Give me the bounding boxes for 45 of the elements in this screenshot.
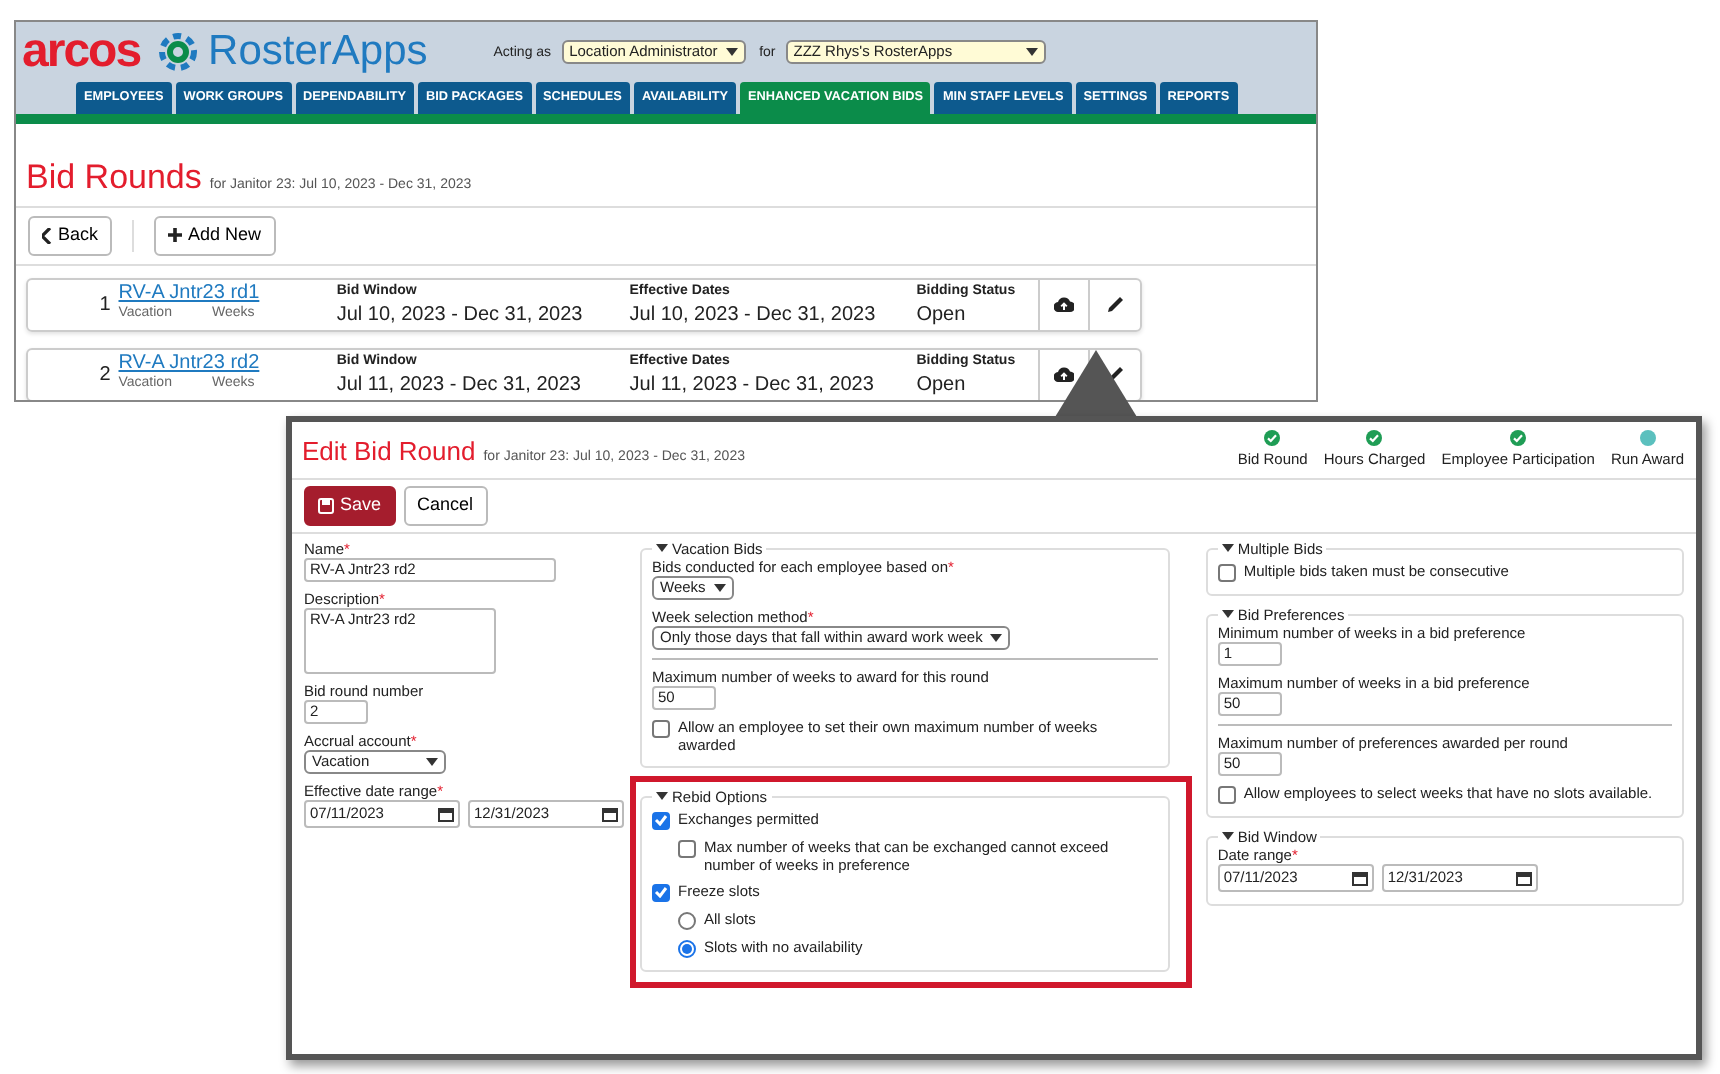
caret-icon — [1221, 832, 1234, 841]
checkbox[interactable] — [652, 883, 670, 902]
calendar-icon — [1351, 869, 1368, 886]
checkbox[interactable] — [652, 811, 670, 830]
caret-icon — [990, 633, 1003, 642]
caret-icon — [1221, 544, 1234, 553]
round-name-link[interactable]: RV-A Jntr23 rd1 — [118, 282, 260, 305]
bid-window-value: Jul 10, 2023 - Dec 31, 2023 — [336, 303, 585, 326]
round-number: 2 — [99, 363, 111, 386]
cancel-button[interactable]: Cancel — [403, 486, 488, 526]
calendar-icon — [438, 805, 454, 822]
checkbox[interactable] — [1217, 785, 1236, 804]
round-number: 1 — [99, 293, 111, 316]
bidding-status-value: Open — [916, 303, 968, 326]
cloud-upload-icon — [1053, 366, 1074, 383]
pencil-icon — [1107, 296, 1124, 313]
add-new-button[interactable]: Add New — [154, 216, 276, 256]
caret-icon — [656, 544, 668, 553]
page-title: Bid Rounds — [26, 155, 202, 200]
checkbox[interactable] — [678, 839, 696, 858]
calendar-icon — [1515, 869, 1532, 886]
radio-button[interactable] — [678, 939, 696, 958]
cloud-upload-icon — [1053, 296, 1074, 313]
caret-icon — [725, 48, 738, 56]
caret-icon — [1025, 48, 1038, 56]
dialog-title: Edit Bid Round — [302, 433, 476, 470]
round-name-link[interactable]: RV-A Jntr23 rd2 — [118, 352, 260, 375]
save-button[interactable]: Save — [304, 486, 396, 526]
caret-icon — [426, 757, 438, 766]
plus-icon — [168, 228, 183, 243]
logo-text: arcos — [22, 32, 141, 72]
caret-icon — [1221, 610, 1234, 619]
caret-icon — [713, 583, 726, 592]
effective-dates-value: Jul 10, 2023 - Dec 31, 2023 — [629, 303, 878, 326]
caret-icon — [656, 792, 668, 801]
chevron-left-icon — [42, 227, 52, 244]
bidding-status-value: Open — [916, 373, 968, 396]
effective-dates-value: Jul 11, 2023 - Dec 31, 2023 — [629, 373, 876, 396]
checkbox[interactable] — [1217, 563, 1236, 582]
calendar-icon — [602, 805, 618, 822]
radio-button[interactable] — [678, 911, 696, 930]
brand-name: RosterApps — [208, 32, 428, 72]
checkbox[interactable] — [652, 719, 670, 738]
back-button[interactable]: Back — [28, 216, 113, 256]
bid-window-value: Jul 11, 2023 - Dec 31, 2023 — [336, 373, 583, 396]
